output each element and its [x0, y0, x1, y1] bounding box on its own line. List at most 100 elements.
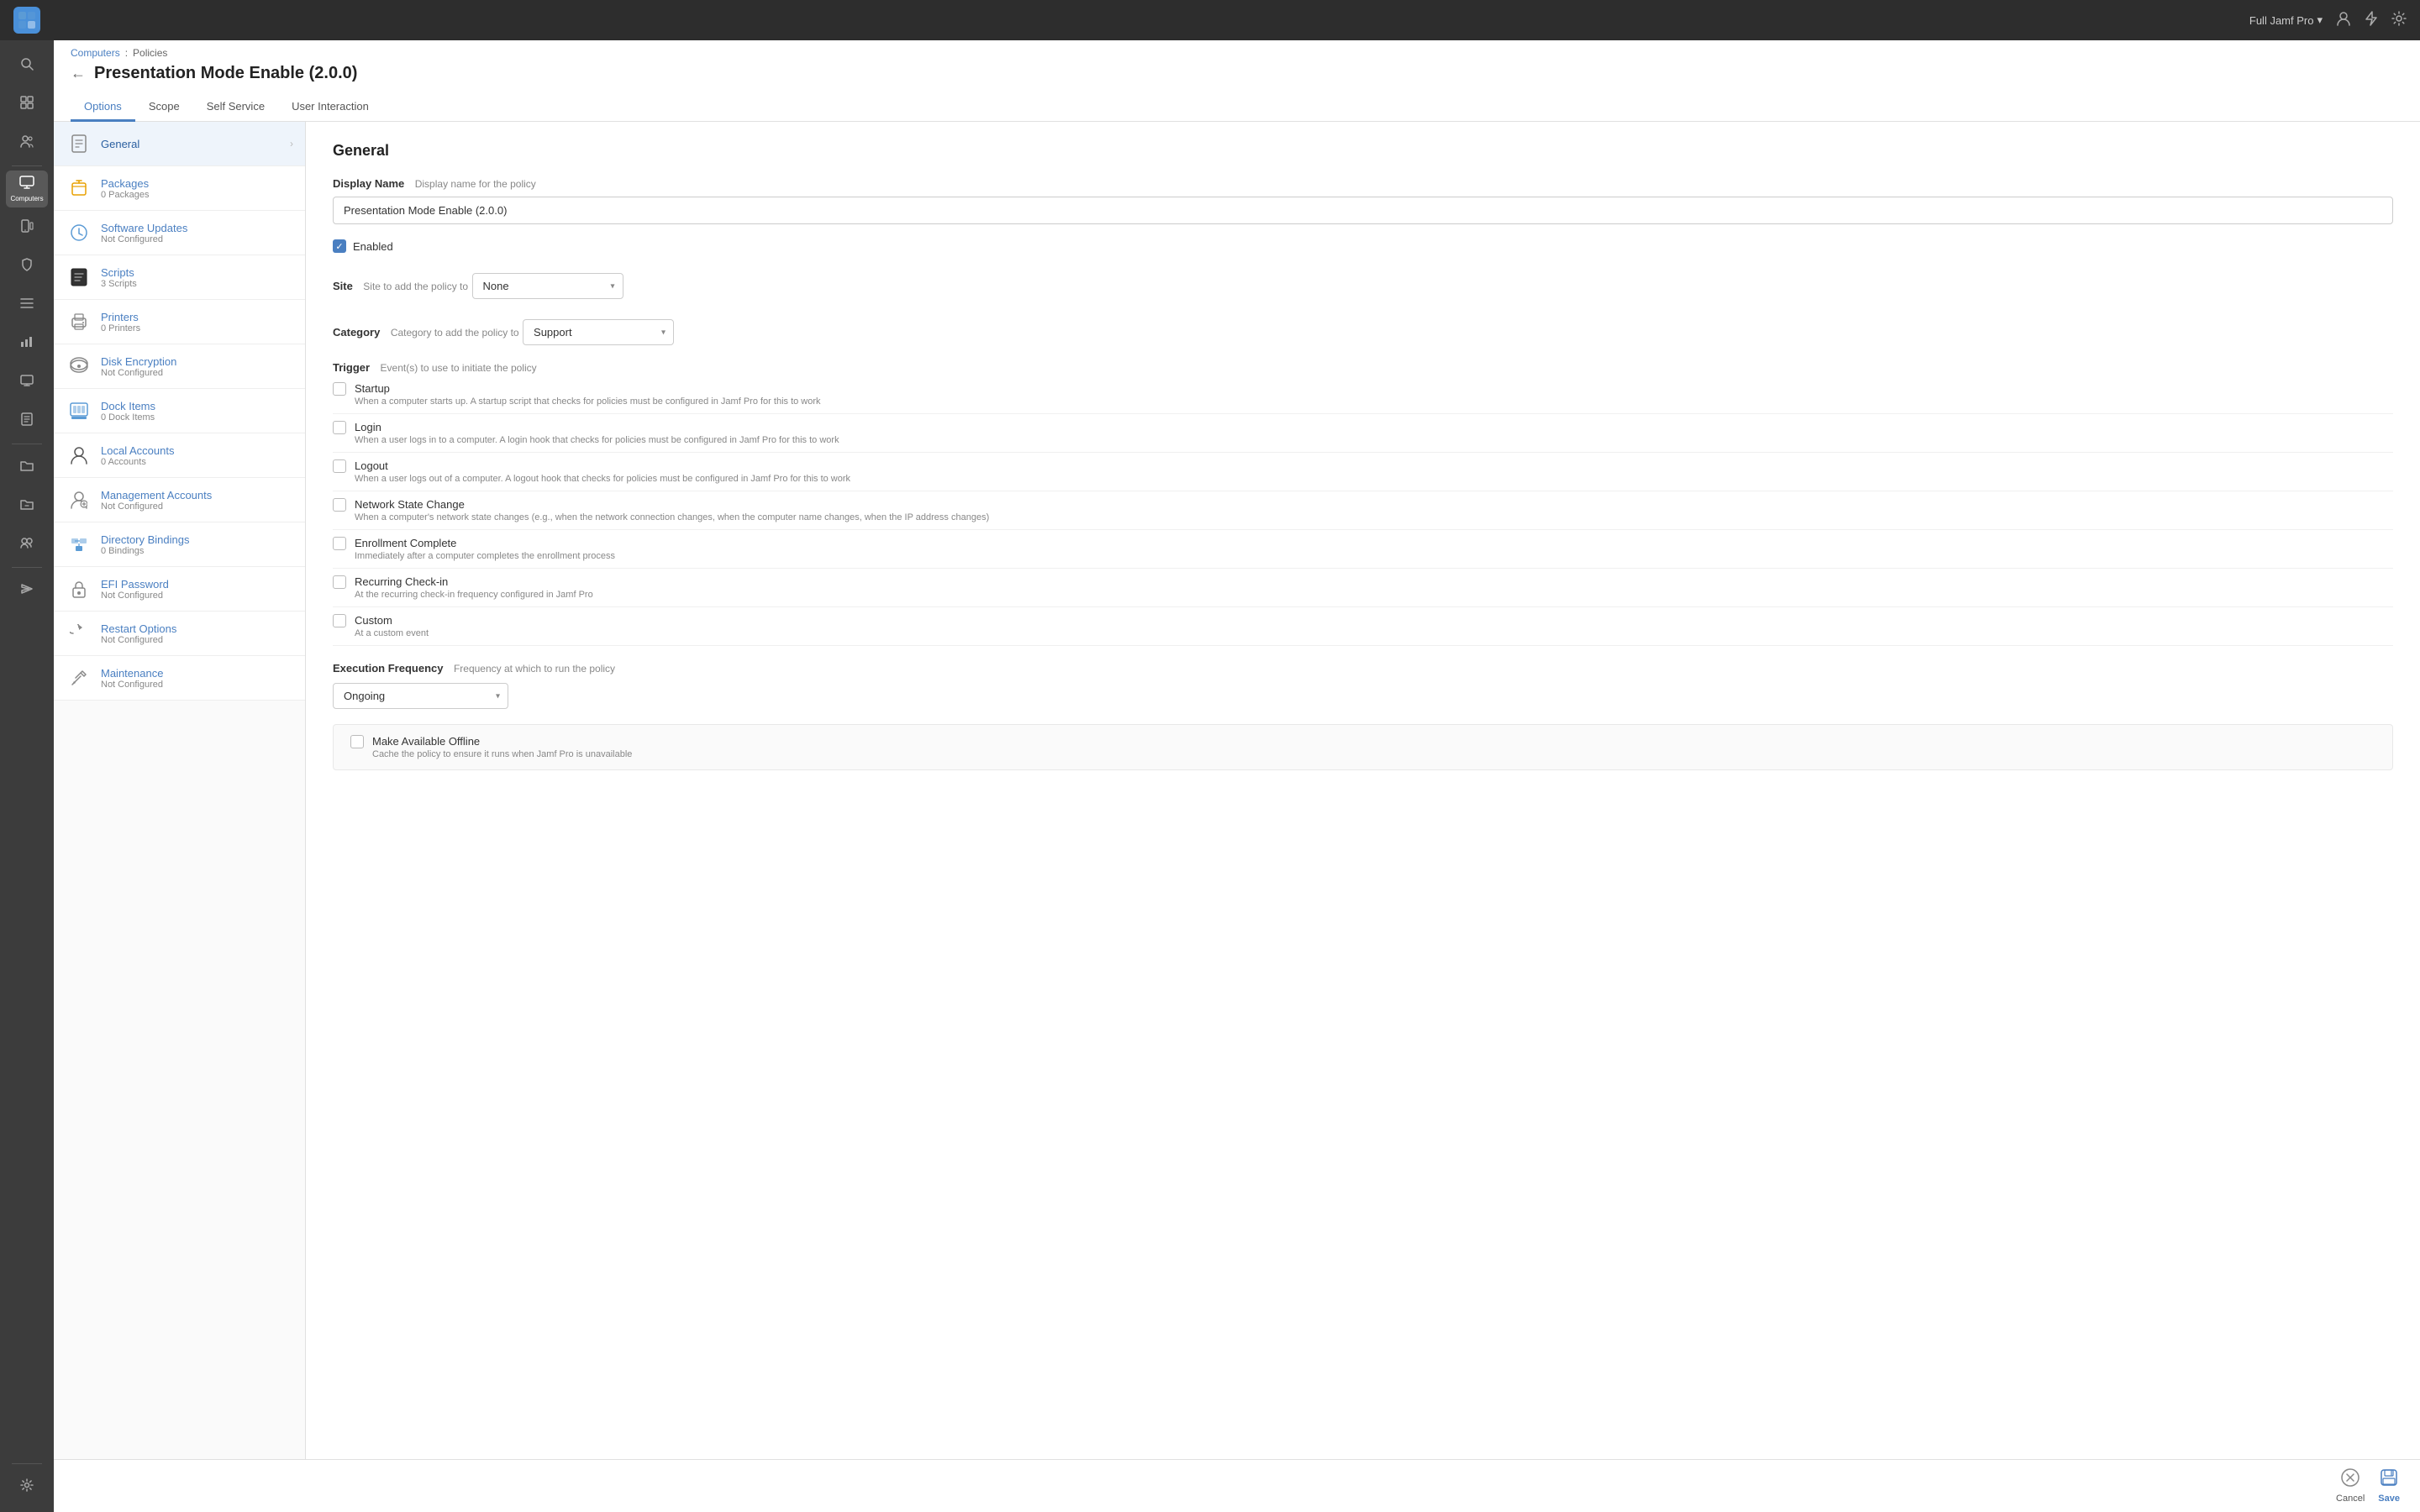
search-icon [20, 57, 34, 75]
trigger-logout-checkbox[interactable] [333, 459, 346, 473]
sidebar-item-groups[interactable] [6, 526, 48, 563]
directory-bindings-section-sub: 0 Bindings [101, 546, 293, 556]
display-name-label: Display Name [333, 177, 404, 190]
section-local-accounts[interactable]: Local Accounts 0 Accounts [54, 433, 305, 478]
top-bar: Full Jamf Pro ▾ [0, 0, 2420, 40]
category-select-wrapper: Support ▾ [523, 319, 674, 345]
trigger-network-state-change: Network State Change When a computer's n… [333, 491, 2393, 530]
page-header: Computers : Policies ← Presentation Mode… [54, 40, 2420, 122]
exec-freq-select-wrapper: Ongoing Once per computer Once per user … [333, 683, 508, 709]
restart-options-section-sub: Not Configured [101, 635, 293, 645]
trigger-custom-checkbox[interactable] [333, 614, 346, 627]
scripts-section-sub: 3 Scripts [101, 279, 293, 289]
sidebar-item-computers[interactable]: Computers [6, 171, 48, 207]
user-icon[interactable] [2336, 11, 2351, 30]
save-label: Save [2378, 1494, 2400, 1504]
sidebar-item-settings[interactable] [6, 1468, 48, 1505]
tab-scope[interactable]: Scope [135, 93, 193, 122]
site-select[interactable]: None [472, 273, 623, 299]
save-button[interactable]: Save [2378, 1468, 2400, 1504]
sidebar-item-reports[interactable] [6, 325, 48, 362]
sidebar-item-users[interactable] [6, 124, 48, 161]
execution-frequency-section: Execution Frequency Frequency at which t… [333, 661, 2393, 709]
tab-options[interactable]: Options [71, 93, 135, 122]
product-selector[interactable]: Full Jamf Pro ▾ [2249, 13, 2323, 27]
trigger-enrollment-complete-checkbox[interactable] [333, 537, 346, 550]
tab-user-interaction[interactable]: User Interaction [278, 93, 382, 122]
back-button[interactable]: ← [71, 65, 86, 82]
chart-icon [20, 336, 34, 352]
section-scripts[interactable]: Scripts 3 Scripts [54, 255, 305, 300]
software-updates-icon [66, 219, 92, 246]
section-software-updates[interactable]: Software Updates Not Configured [54, 211, 305, 255]
main-layout: Computers [0, 40, 2420, 1512]
site-select-wrapper: None ▾ [472, 273, 623, 299]
trigger-recurring-check-in-checkbox[interactable] [333, 575, 346, 589]
breadcrumb-computers[interactable]: Computers [71, 47, 120, 59]
breadcrumb-policies: Policies [133, 47, 167, 59]
tab-self-service[interactable]: Self Service [193, 93, 278, 122]
section-printers[interactable]: Printers 0 Printers [54, 300, 305, 344]
section-general[interactable]: General › [54, 122, 305, 166]
display-name-field: Display Name Display name for the policy [333, 176, 2393, 224]
cancel-button[interactable]: Cancel [2336, 1468, 2365, 1504]
section-restart-options[interactable]: Restart Options Not Configured [54, 612, 305, 656]
sidebar-item-list[interactable] [6, 286, 48, 323]
site-hint: Site to add the policy to [363, 281, 468, 292]
sidebar-item-dashboard[interactable] [6, 86, 48, 123]
folder-icon [20, 459, 34, 475]
enabled-label: Enabled [353, 240, 393, 253]
trigger-custom-desc: At a custom event [355, 628, 2393, 638]
body-split: General › Packages [54, 122, 2420, 1459]
maintenance-icon [66, 664, 92, 691]
nav-divider-3 [12, 567, 42, 568]
trigger-enrollment-complete-name: Enrollment Complete [355, 537, 2393, 549]
sidebar-item-remote[interactable] [6, 364, 48, 401]
product-dropdown-icon: ▾ [2317, 13, 2323, 27]
section-dock-items[interactable]: Dock Items 0 Dock Items [54, 389, 305, 433]
trigger-logout: Logout When a user logs out of a compute… [333, 453, 2393, 491]
sidebar-item-policies[interactable] [6, 449, 48, 486]
trigger-login-checkbox[interactable] [333, 421, 346, 434]
general-icon [66, 130, 92, 157]
disk-encryption-icon [66, 353, 92, 380]
trigger-startup-name: Startup [355, 382, 2393, 395]
settings-icon[interactable] [2391, 11, 2407, 30]
trigger-enrollment-complete-desc: Immediately after a computer completes t… [355, 551, 2393, 561]
section-maintenance[interactable]: Maintenance Not Configured [54, 656, 305, 701]
exec-freq-select[interactable]: Ongoing Once per computer Once per user … [333, 683, 508, 709]
efi-password-icon [66, 575, 92, 602]
bolt-icon[interactable] [2365, 11, 2378, 30]
restart-options-section-name: Restart Options [101, 622, 293, 635]
scripts-section-name: Scripts [101, 266, 293, 279]
trigger-startup-checkbox[interactable] [333, 382, 346, 396]
section-directory-bindings[interactable]: Directory Bindings 0 Bindings [54, 522, 305, 567]
dock-items-icon [66, 397, 92, 424]
sidebar-item-security[interactable] [6, 248, 48, 285]
sidebar-item-messages[interactable] [6, 572, 48, 609]
sidebar-item-devices[interactable] [6, 209, 48, 246]
display-name-input[interactable] [333, 197, 2393, 224]
section-packages[interactable]: Packages 0 Packages [54, 166, 305, 211]
folder2-icon [20, 498, 34, 514]
trigger-network-state-change-checkbox[interactable] [333, 498, 346, 512]
settings-nav-icon [20, 1478, 34, 1496]
sidebar-item-search[interactable] [6, 47, 48, 84]
trigger-section: Trigger Event(s) to use to initiate the … [333, 360, 2393, 646]
left-navigation: Computers [0, 40, 54, 1512]
section-management-accounts[interactable]: Management Accounts Not Configured [54, 478, 305, 522]
section-efi-password[interactable]: EFI Password Not Configured [54, 567, 305, 612]
exec-freq-hint: Frequency at which to run the policy [454, 663, 615, 675]
restart-options-icon [66, 620, 92, 647]
category-field: Category Category to add the policy to S… [333, 314, 2393, 345]
breadcrumb-separator: : [125, 47, 128, 59]
section-disk-encryption[interactable]: Disk Encryption Not Configured [54, 344, 305, 389]
site-label: Site [333, 280, 353, 292]
users-icon [20, 134, 34, 152]
category-select[interactable]: Support [523, 319, 674, 345]
sidebar-item-docs[interactable] [6, 402, 48, 439]
trigger-network-state-change-desc: When a computer's network state changes … [355, 512, 2393, 522]
sidebar-item-config-profiles[interactable] [6, 487, 48, 524]
make-available-offline-checkbox[interactable] [350, 735, 364, 748]
enabled-checkbox[interactable]: ✓ [333, 239, 346, 253]
